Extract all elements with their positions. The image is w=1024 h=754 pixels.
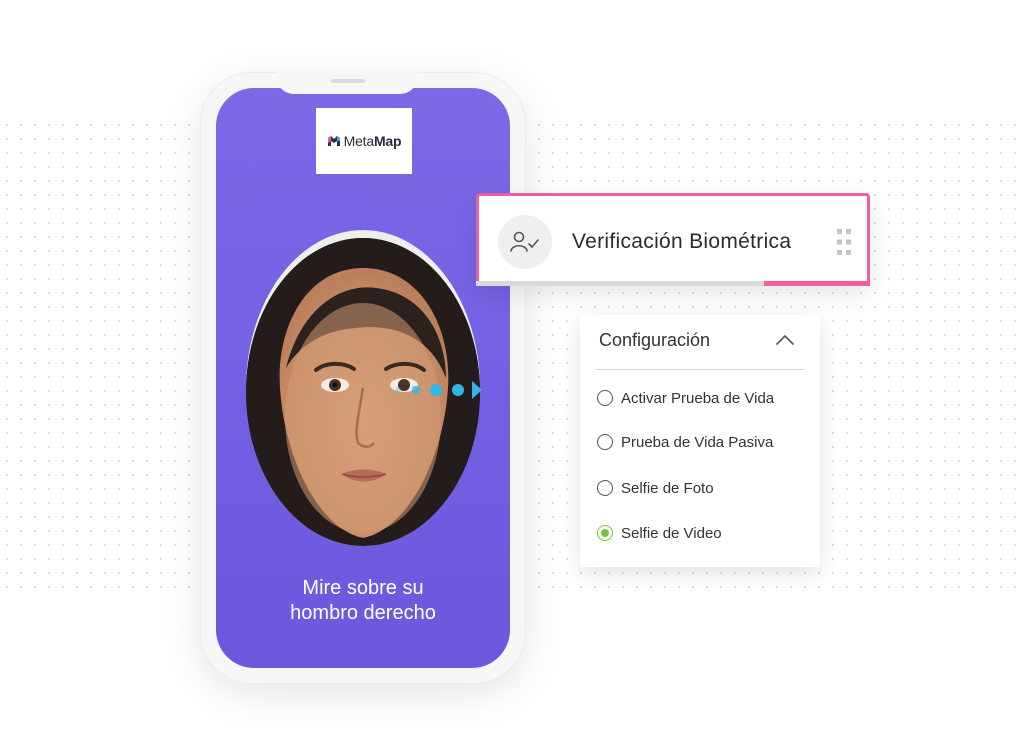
radio-button[interactable] <box>597 434 613 450</box>
card-progress-bar <box>476 281 870 286</box>
panel-divider <box>596 369 804 370</box>
card-progress-fill <box>763 281 870 286</box>
logo-text-bold: Map <box>373 133 402 149</box>
biometric-verification-card[interactable]: Verificación Biométrica <box>476 193 870 286</box>
logo-text-regular: Meta <box>343 133 375 149</box>
indicator-dot <box>452 384 464 396</box>
user-check-icon <box>498 215 552 269</box>
instruction-caption: Mire sobre su hombro derecho <box>216 576 510 626</box>
option-prueba-de-vida-pasiva[interactable]: Prueba de Vida Pasiva <box>597 431 773 453</box>
metamap-logo: MetaMap <box>316 108 412 174</box>
configuration-title: Configuración <box>599 330 711 350</box>
indicator-dot <box>430 384 442 396</box>
indicator-arrow <box>472 381 482 399</box>
option-label: Selfie de Video <box>621 524 722 542</box>
indicator-dot <box>411 385 421 395</box>
configuration-panel: Configuración Activar Prueba de Vida Pru… <box>580 315 820 567</box>
option-activar-prueba-de-vida[interactable]: Activar Prueba de Vida <box>597 387 774 409</box>
phone-speaker <box>331 79 365 83</box>
option-selfie-de-foto[interactable]: Selfie de Foto <box>597 477 714 499</box>
phone-mockup: MetaMap Mire sobre su hombro derecho <box>200 72 526 684</box>
phone-notch <box>276 72 418 94</box>
phone-screen: MetaMap Mire sobre su hombro derecho <box>216 88 510 668</box>
indicator-dot <box>395 387 401 393</box>
radio-button[interactable] <box>597 390 613 406</box>
option-label: Prueba de Vida Pasiva <box>621 433 774 451</box>
chevron-up-icon[interactable] <box>776 334 794 345</box>
caption-line-2: hombro derecho <box>290 602 436 624</box>
metamap-logo-icon <box>327 136 340 146</box>
caption-line-1: Mire sobre su <box>302 577 424 599</box>
drag-handle-icon[interactable] <box>837 229 851 255</box>
card-title: Verificación Biométrica <box>572 230 792 253</box>
option-label: Selfie de Foto <box>621 479 714 497</box>
radio-button[interactable] <box>597 480 613 496</box>
radio-button-selected[interactable] <box>597 525 613 541</box>
eye-direction-indicator <box>395 381 482 399</box>
option-selfie-de-video[interactable]: Selfie de Video <box>597 522 722 544</box>
option-label: Activar Prueba de Vida <box>621 389 775 407</box>
